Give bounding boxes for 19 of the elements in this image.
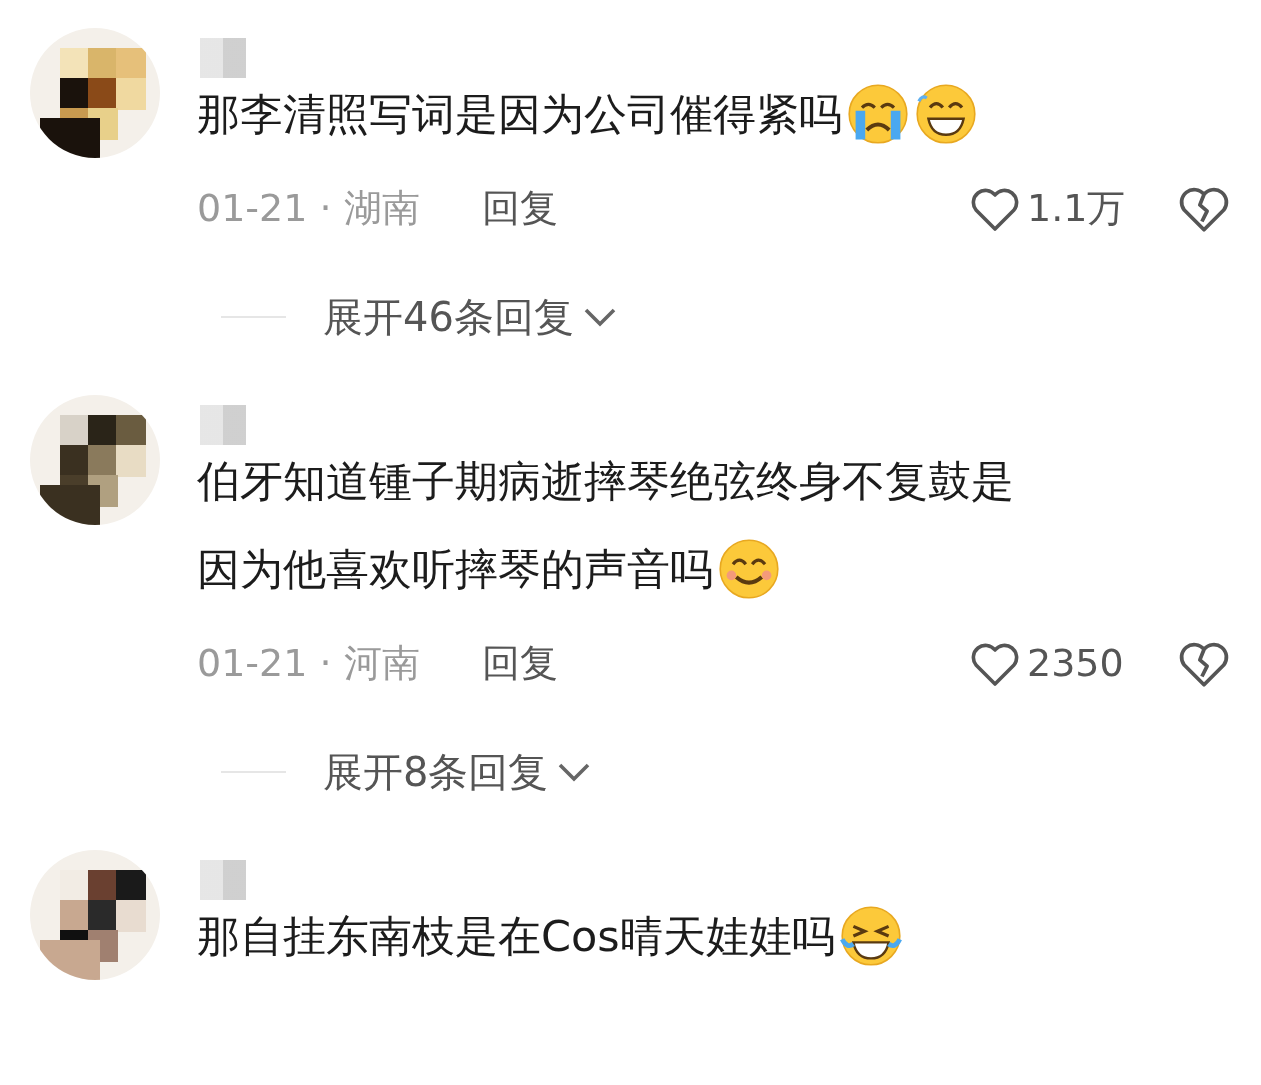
comment-text: 那自挂东南枝是在Cos晴天娃娃吗 — [197, 910, 835, 963]
date-location: 01-21 · 河南 — [197, 640, 420, 687]
grinning-face-icon — [914, 82, 978, 146]
expand-replies-button[interactable]: 展开8条回复 — [323, 742, 593, 802]
blurred-username — [200, 405, 246, 445]
smiling-face-icon — [717, 537, 781, 601]
crying-face-icon — [846, 82, 910, 146]
laughing-face-icon — [838, 904, 903, 968]
date-location: 01-21 · 湖南 — [197, 185, 420, 232]
comment-text: 伯牙知道锺子期病逝摔琴绝弦终身不复鼓是 — [197, 455, 1014, 508]
comment-text: 因为他喜欢听摔琴的声音吗 — [197, 543, 713, 596]
expand-replies-button[interactable]: 展开46条回复 — [323, 287, 618, 347]
blurred-username — [200, 38, 246, 78]
like-count: 2350 — [1027, 640, 1125, 687]
reply-button[interactable]: 回复 — [481, 180, 558, 237]
comment-text: 那李清照写词是因为公司催得紧吗 — [197, 88, 842, 141]
reply-button[interactable]: 回复 — [481, 635, 558, 692]
like-count: 1.1万 — [1027, 185, 1127, 232]
blurred-username — [200, 860, 246, 900]
